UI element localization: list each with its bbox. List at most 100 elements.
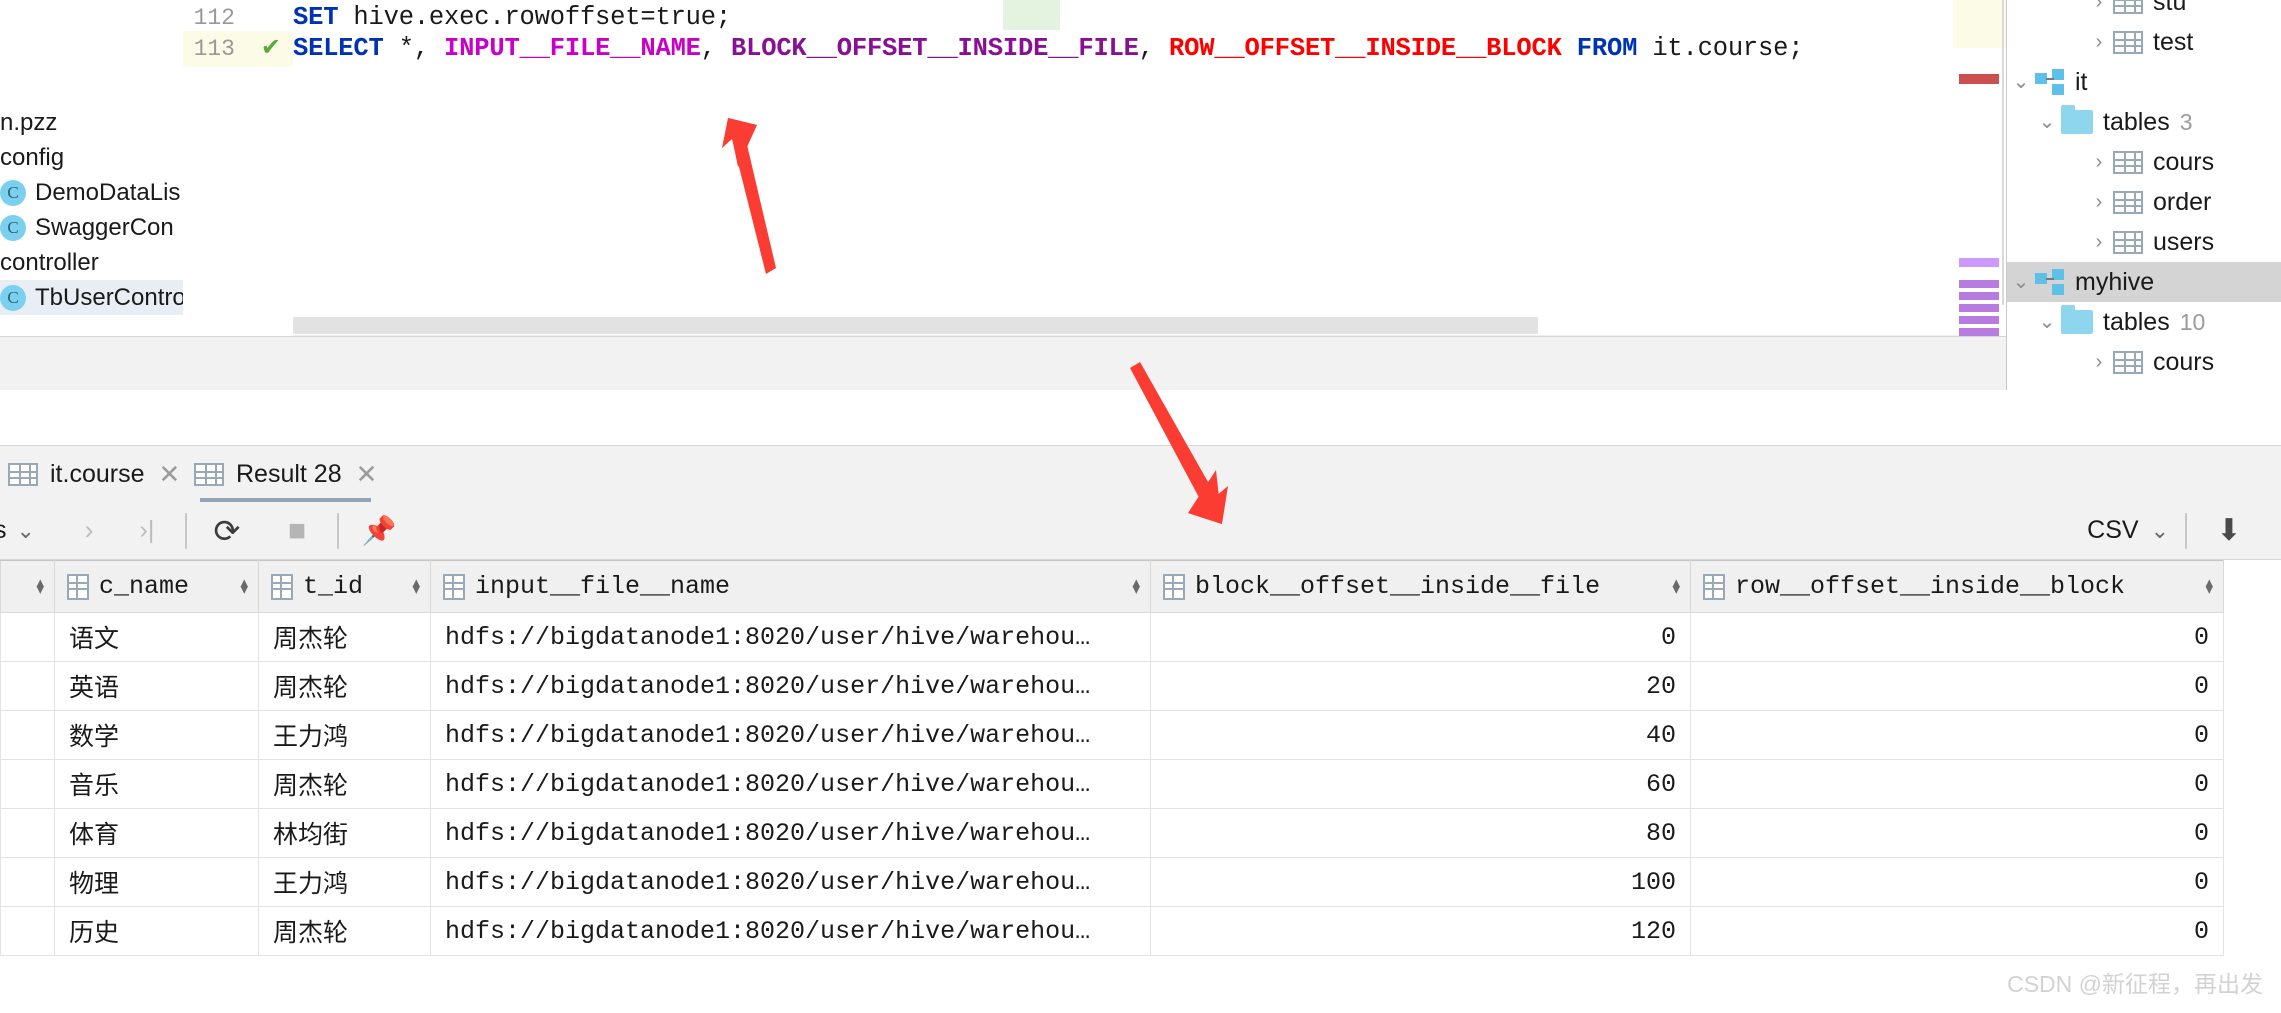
cell-c_name[interactable]: 英语 (54, 661, 259, 711)
cell-row__offset__inside__block[interactable]: 0 (1690, 710, 2224, 760)
cell-input__file__name[interactable]: hdfs://bigdatanode1:8020/user/hive/wareh… (430, 759, 1151, 809)
cell-c_name[interactable]: 历史 (54, 906, 259, 956)
editor-horizontal-scrollbar[interactable] (293, 315, 1971, 337)
cell-c_name[interactable]: 体育 (54, 808, 259, 858)
project-item-4[interactable]: controller (0, 245, 99, 280)
project-item-0[interactable]: n.pzz (0, 105, 57, 140)
export-format-label[interactable]: CSV (2087, 502, 2138, 560)
project-item-3[interactable]: C SwaggerCon (0, 210, 174, 245)
row-number-cell[interactable] (0, 710, 55, 760)
table-row[interactable]: 英语 周杰轮 hdfs://bigdatanode1:8020/user/hive/… (0, 661, 2224, 711)
db-tree-node-tables[interactable]: ⌄ tables 3 (2007, 102, 2281, 142)
results-tab-bar[interactable]: it.course ✕ Result 28 ✕ (0, 445, 2281, 503)
row-number-cell[interactable] (0, 808, 55, 858)
cell-block__offset__inside__file[interactable]: 120 (1150, 906, 1691, 956)
row-number-cell[interactable] (0, 906, 55, 956)
project-item-2[interactable]: C DemoDataLis (0, 175, 180, 210)
scrollbar-thumb[interactable] (293, 317, 1538, 334)
table-row[interactable]: 语文 周杰轮 hdfs://bigdatanode1:8020/user/hive/… (0, 612, 2224, 662)
tab-it-course[interactable]: it.course ✕ (8, 446, 180, 503)
cell-row__offset__inside__block[interactable]: 0 (1690, 759, 2224, 809)
chevron-down-icon[interactable]: ⌄ (2007, 272, 2035, 292)
stripe-occurrence-marker[interactable] (1959, 280, 1999, 288)
chevron-down-icon[interactable]: ⌄ (2033, 112, 2061, 132)
sort-arrows-icon[interactable]: ▴ ▾ (1132, 576, 1140, 598)
db-tree-node-myhive[interactable]: ⌄ myhive (2007, 262, 2281, 302)
chevron-right-icon[interactable]: › (2085, 152, 2113, 172)
database-tool-window[interactable]: › stu › test ⌄ it ⌄ tables 3 › cours › order › users ⌄ m… (2006, 0, 2281, 390)
cell-input__file__name[interactable]: hdfs://bigdatanode1:8020/user/hive/wareh… (430, 906, 1151, 956)
chevron-down-icon[interactable]: ⌄ (2151, 502, 2169, 560)
sort-arrows-icon[interactable]: ▴ ▾ (1672, 576, 1680, 598)
download-icon[interactable]: ⬇ (2203, 502, 2255, 560)
chevron-right-icon[interactable]: › (2085, 352, 2113, 372)
cell-block__offset__inside__file[interactable]: 40 (1150, 710, 1691, 760)
column-header-c_name[interactable]: c_name ▴ ▾ (54, 560, 259, 613)
chevron-right-icon[interactable]: › (2085, 0, 2113, 12)
db-tree-node-order[interactable]: › order (2007, 182, 2281, 222)
cell-t_id[interactable]: 周杰轮 (258, 661, 431, 711)
sort-arrows-icon[interactable]: ▴ ▾ (240, 576, 248, 598)
results-toolbar[interactable]: s ⌄ › ›| ⟳ ■ 📌 CSV ⌄ ⬇ (0, 502, 2281, 560)
results-grid[interactable]: ▴ ▾ c_name ▴ ▾ t_id ▴ ▾ input__file__name ▴ ▾ block… (0, 560, 2281, 960)
cell-block__offset__inside__file[interactable]: 60 (1150, 759, 1691, 809)
code-editor[interactable]: SET hive.exec.rowoffset=true; SELECT *, … (293, 0, 1971, 305)
close-icon[interactable]: ✕ (158, 459, 180, 490)
row-number-cell[interactable] (0, 857, 55, 907)
cell-c_name[interactable]: 数学 (54, 710, 259, 760)
sort-arrows-icon[interactable]: ▴ ▾ (2205, 576, 2213, 598)
chevron-right-icon[interactable]: › (2085, 192, 2113, 212)
cell-row__offset__inside__block[interactable]: 0 (1690, 808, 2224, 858)
cell-block__offset__inside__file[interactable]: 80 (1150, 808, 1691, 858)
row-number-cell[interactable] (0, 612, 55, 662)
db-tree-node-cours[interactable]: › cours (2007, 342, 2281, 382)
last-page-button[interactable]: ›| (125, 502, 169, 560)
cell-t_id[interactable]: 林均街 (258, 808, 431, 858)
cell-input__file__name[interactable]: hdfs://bigdatanode1:8020/user/hive/wareh… (430, 857, 1151, 907)
refresh-button[interactable]: ⟳ (203, 502, 251, 560)
project-item-1[interactable]: config (0, 140, 64, 175)
db-tree-node-tables[interactable]: ⌄ tables 10 (2007, 302, 2281, 342)
cell-c_name[interactable]: 音乐 (54, 759, 259, 809)
stripe-occurrence-marker[interactable] (1959, 316, 1999, 324)
chevron-right-icon[interactable]: › (2085, 32, 2113, 52)
editor-error-stripe[interactable] (1953, 0, 2006, 356)
project-tool-window[interactable]: n.pzz config C DemoDataLis C SwaggerCon … (0, 0, 183, 390)
table-row[interactable]: 历史 周杰轮 hdfs://bigdatanode1:8020/user/hive/… (0, 906, 2224, 956)
chevron-down-icon[interactable]: ⌄ (2033, 312, 2061, 332)
table-row[interactable]: 体育 林均街 hdfs://bigdatanode1:8020/user/hive/… (0, 808, 2224, 858)
stripe-occurrence-marker[interactable] (1959, 304, 1999, 312)
next-page-button[interactable]: › (69, 502, 109, 560)
code-line-113[interactable]: SELECT *, INPUT__FILE__NAME, BLOCK__OFFS… (293, 31, 1804, 67)
column-header-t_id[interactable]: t_id ▴ ▾ (258, 560, 431, 613)
db-tree-node-test[interactable]: › test (2007, 22, 2281, 62)
editor-gutter[interactable]: 112 113 ✔ (183, 0, 293, 305)
column-header-row__offset__inside__block[interactable]: row__offset__inside__block ▴ ▾ (1690, 560, 2224, 613)
table-row[interactable]: 数学 王力鸿 hdfs://bigdatanode1:8020/user/hive/… (0, 710, 2224, 760)
cell-t_id[interactable]: 周杰轮 (258, 759, 431, 809)
rows-count-label[interactable]: s (0, 502, 7, 560)
chevron-right-icon[interactable]: › (2085, 232, 2113, 252)
stop-button[interactable]: ■ (273, 502, 321, 560)
cell-input__file__name[interactable]: hdfs://bigdatanode1:8020/user/hive/wareh… (430, 710, 1151, 760)
column-header-input__file__name[interactable]: input__file__name ▴ ▾ (430, 560, 1151, 613)
cell-row__offset__inside__block[interactable]: 0 (1690, 612, 2224, 662)
chevron-down-icon[interactable]: ⌄ (17, 502, 35, 560)
cell-t_id[interactable]: 周杰轮 (258, 906, 431, 956)
project-item-5[interactable]: C TbUserContro (0, 280, 183, 315)
cell-input__file__name[interactable]: hdfs://bigdatanode1:8020/user/hive/wareh… (430, 808, 1151, 858)
cell-row__offset__inside__block[interactable]: 0 (1690, 906, 2224, 956)
cell-input__file__name[interactable]: hdfs://bigdatanode1:8020/user/hive/wareh… (430, 612, 1151, 662)
close-icon[interactable]: ✕ (356, 459, 378, 490)
table-row[interactable]: 物理 王力鸿 hdfs://bigdatanode1:8020/user/hive/… (0, 857, 2224, 907)
cell-block__offset__inside__file[interactable]: 100 (1150, 857, 1691, 907)
sort-arrows-icon[interactable]: ▴ ▾ (36, 576, 44, 598)
row-number-cell[interactable] (0, 759, 55, 809)
chevron-down-icon[interactable]: ⌄ (2007, 72, 2035, 92)
cell-c_name[interactable]: 语文 (54, 612, 259, 662)
db-tree-node-cours[interactable]: › cours (2007, 142, 2281, 182)
sort-arrows-icon[interactable]: ▴ ▾ (412, 576, 420, 598)
row-number-cell[interactable] (0, 661, 55, 711)
cell-t_id[interactable]: 王力鸿 (258, 857, 431, 907)
stripe-error-marker[interactable] (1959, 74, 1999, 84)
